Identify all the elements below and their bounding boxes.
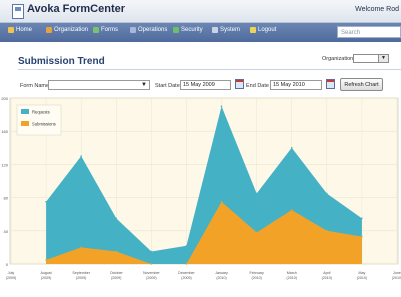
title-bar: Avoka FormCenter Welcome Rod (0, 0, 401, 23)
nav-operations-label: Operations (138, 27, 168, 33)
x-tick-year-label: (2010) (251, 276, 261, 280)
x-tick-label: September (72, 271, 90, 275)
y-tick-label: 160 (1, 129, 8, 134)
x-tick-year-label: (2009) (41, 276, 51, 280)
data-point-submissions (45, 259, 47, 261)
data-point-submissions (80, 246, 82, 249)
nav-system[interactable]: System (212, 27, 240, 33)
x-tick-label: June (393, 271, 401, 275)
data-point-submissions (220, 200, 223, 203)
y-tick-label: 200 (1, 96, 8, 101)
x-tick-year-label: (2009) (181, 276, 191, 280)
legend-swatch-submissions (21, 121, 29, 126)
data-point-requests (361, 217, 363, 220)
end-date-input[interactable]: 15 May 2010 (270, 80, 322, 90)
legend-label-requests: Requests (32, 110, 50, 115)
chevron-down-icon: ▼ (378, 55, 388, 62)
x-tick-year-label: (2010) (357, 276, 367, 280)
data-point-submissions (326, 230, 328, 232)
app-title: Avoka FormCenter (27, 3, 126, 15)
nav-organization[interactable]: Organization (46, 27, 88, 33)
y-tick-label: 120 (1, 162, 8, 167)
nav-home[interactable]: Home (8, 27, 32, 33)
nav-home-label: Home (16, 27, 33, 33)
home-icon (8, 27, 14, 33)
x-tick-label: January (215, 271, 228, 275)
x-tick-year-label: (2009) (76, 276, 86, 280)
start-calendar-icon[interactable] (235, 79, 244, 89)
y-tick-label: 80 (4, 196, 9, 201)
submission-trend-chart: 0 40 80 120 160 200 July (2009) August (2009) Sept… (0, 96, 401, 292)
welcome-text: Welcome Rod (355, 6, 399, 13)
nav-operations[interactable]: Operations (130, 27, 167, 33)
nav-system-label: System (220, 27, 241, 33)
data-point-requests (185, 244, 188, 247)
nav-logout-label: Logout (258, 27, 277, 33)
end-date-label: End Date (246, 83, 269, 89)
y-tick-label: 0 (6, 262, 9, 267)
nav-security[interactable]: Security (173, 27, 203, 33)
nav-forms[interactable]: Forms (93, 27, 118, 33)
main-nav: Home Organization Forms Operations Secur… (0, 23, 401, 42)
x-tick-year-label: (2009) (6, 276, 16, 280)
form-name-select[interactable]: ▼ (48, 80, 150, 90)
organization-icon (46, 27, 52, 33)
x-tick-label: February (249, 271, 264, 275)
x-tick-year-label: (2010) (392, 276, 401, 280)
chart-svg: 04080120160200July(2009)August(2009)Sept… (1, 96, 401, 280)
form-name-label: Form Name (20, 83, 50, 89)
x-tick-label: November (143, 271, 160, 275)
x-tick-label: April (323, 271, 330, 275)
nav-logout[interactable]: Logout (250, 27, 276, 33)
nav-security-label: Security (181, 27, 203, 33)
system-icon (212, 27, 218, 33)
x-tick-year-label: (2010) (322, 276, 332, 280)
operations-icon (130, 27, 136, 33)
data-point-requests (220, 105, 223, 108)
data-point-requests (115, 217, 118, 220)
page-title: Submission Trend (18, 56, 105, 67)
x-tick-label: October (110, 271, 124, 275)
data-point-submissions (150, 263, 153, 265)
legend-label-submissions: Submissions (32, 122, 56, 127)
nav-forms-label: Forms (101, 27, 118, 33)
nav-organization-label: Organization (54, 27, 89, 33)
search-input[interactable]: Search (337, 26, 401, 38)
chevron-down-icon: ▼ (141, 82, 147, 88)
x-tick-label: March (287, 271, 297, 275)
x-tick-year-label: (2010) (216, 276, 226, 280)
end-calendar-icon[interactable] (326, 79, 335, 89)
x-tick-year-label: (2009) (146, 276, 156, 280)
data-point-submissions (115, 250, 118, 253)
x-tick-label: July (8, 271, 15, 275)
security-icon (173, 27, 179, 33)
data-point-submissions (290, 209, 293, 211)
data-point-requests (290, 147, 293, 149)
app-logo-icon (12, 4, 24, 19)
x-tick-year-label: (2010) (287, 276, 297, 280)
x-tick-label: May (359, 271, 366, 275)
x-tick-label: August (40, 271, 51, 275)
title-divider (18, 69, 401, 70)
organization-label: Organization (322, 56, 354, 62)
data-point-requests (326, 192, 328, 195)
forms-icon (93, 27, 99, 33)
start-date-input[interactable]: 15 May 2009 (180, 80, 231, 90)
x-tick-label: December (178, 271, 195, 275)
start-date-label: Start Date (155, 83, 180, 89)
data-point-requests (255, 192, 258, 195)
refresh-chart-button[interactable]: Refresh Chart (340, 78, 383, 91)
data-point-requests (45, 200, 47, 203)
logout-icon (250, 27, 256, 33)
y-tick-label: 40 (4, 229, 9, 234)
data-point-requests (150, 250, 153, 253)
x-tick-year-label: (2009) (111, 276, 121, 280)
organization-select[interactable]: ▼ (353, 54, 389, 63)
legend-swatch-requests (21, 109, 29, 114)
data-point-submissions (361, 235, 363, 238)
data-point-requests (80, 155, 82, 157)
data-point-submissions (255, 231, 258, 234)
data-point-submissions (185, 263, 188, 265)
